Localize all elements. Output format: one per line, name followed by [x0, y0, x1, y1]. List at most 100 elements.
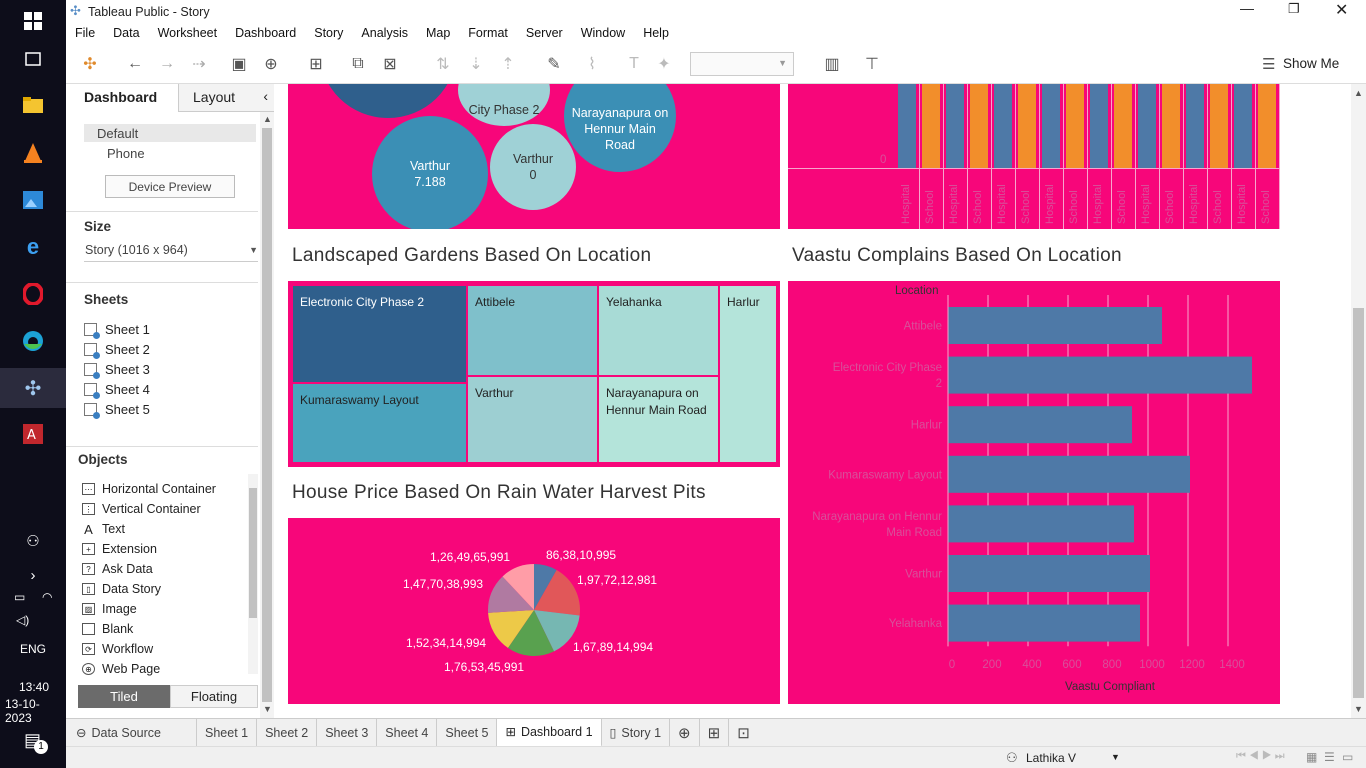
menu-file[interactable]: File	[66, 26, 104, 40]
vlc-icon[interactable]	[18, 140, 48, 166]
scroll-thumb[interactable]	[262, 128, 272, 702]
duplicate-icon[interactable]: ⧉	[346, 52, 370, 76]
menu-format[interactable]: Format	[459, 26, 517, 40]
floating-button[interactable]: Floating	[170, 685, 258, 708]
grid-view-icon[interactable]: ▦	[1306, 750, 1317, 764]
treemap-panel[interactable]: Electronic City Phase 2 Attibele Yelahan…	[288, 281, 780, 467]
size-dropdown[interactable]: Story (1016 x 964) ▼	[84, 242, 258, 262]
bubble[interactable]: Narayanapura on Hennur Main Road	[562, 84, 678, 174]
sort-descending-icon[interactable]: ⇡	[496, 52, 520, 76]
menu-map[interactable]: Map	[417, 26, 459, 40]
show-me-icon[interactable]: ☰	[1262, 55, 1275, 73]
object-text[interactable]: A Text	[82, 522, 125, 537]
scroll-down-icon[interactable]: ▼	[263, 704, 272, 714]
facility-bar[interactable]	[970, 84, 988, 168]
bar[interactable]	[948, 307, 1162, 344]
facility-bar[interactable]	[1138, 84, 1156, 168]
scroll-up-icon[interactable]: ▲	[1354, 88, 1363, 98]
sheet-nav-icon[interactable]: ⏮ ◀ ▶ ⏭	[1236, 750, 1285, 763]
scroll-up-icon[interactable]: ▲	[263, 114, 272, 124]
undo-icon[interactable]: ←	[123, 52, 147, 76]
restore-icon[interactable]: ❐	[1288, 1, 1300, 17]
edge-icon[interactable]	[18, 328, 48, 354]
highlight-icon[interactable]: ✎	[542, 52, 566, 76]
windows-start-icon[interactable]	[18, 8, 48, 34]
object-image[interactable]: ▨ Image	[82, 602, 137, 616]
bar[interactable]	[948, 604, 1140, 642]
fit-dropdown[interactable]: ▼	[690, 52, 794, 76]
new-dashboard-tab-icon[interactable]: ⊞	[700, 718, 730, 747]
bar[interactable]	[948, 455, 1190, 493]
bubble[interactable]: Varthur 0	[488, 122, 578, 212]
presentation-mode-icon[interactable]: ⊤	[860, 52, 884, 76]
treemap-cell[interactable]: Attibele	[467, 285, 598, 376]
object-data-story[interactable]: ▯ Data Story	[82, 582, 161, 596]
facility-bar[interactable]	[922, 84, 940, 168]
facility-bar[interactable]	[1186, 84, 1204, 168]
user-menu-chevron-icon[interactable]: ▼	[1111, 752, 1120, 762]
tab-story-1[interactable]: ▯ Story 1	[602, 718, 671, 747]
bar[interactable]	[948, 505, 1134, 543]
collapse-panel-icon[interactable]: ‹	[263, 88, 268, 104]
device-preview-button[interactable]: Device Preview	[105, 175, 235, 198]
object-horizontal-container[interactable]: ⋯ Horizontal Container	[82, 482, 216, 496]
new-worksheet-icon[interactable]: ⊞	[304, 52, 328, 76]
pin-icon[interactable]: ✦	[652, 52, 676, 76]
new-worksheet-tab-icon[interactable]: ⊕	[670, 718, 700, 747]
close-icon[interactable]: ✕	[1335, 0, 1348, 20]
scroll-down-icon[interactable]: ▼	[1354, 704, 1363, 714]
facility-bar[interactable]	[1210, 84, 1228, 168]
tab-sheet-5[interactable]: Sheet 5	[437, 718, 498, 747]
redo-icon[interactable]: →	[155, 52, 179, 76]
tab-dashboard-1[interactable]: ⊞ Dashboard 1	[497, 718, 602, 747]
facility-bar-chart-panel[interactable]: 0 Hospital School Hospital School Hospital Sc…	[788, 84, 1280, 229]
clock-time[interactable]: 13:40	[19, 680, 49, 694]
treemap-cell[interactable]: Kumaraswamy Layout	[292, 383, 467, 463]
pie-chart-panel[interactable]: 86,38,10,995 1,97,72,12,981 1,67,89,14,9…	[288, 518, 780, 704]
clock-date[interactable]: 13-10-2023	[5, 697, 66, 725]
sheet-item-5[interactable]: Sheet 5	[84, 402, 150, 419]
tab-sheet-1[interactable]: Sheet 1	[197, 718, 258, 747]
facility-bar[interactable]	[946, 84, 964, 168]
object-web-page[interactable]: ⊕ Web Page	[82, 662, 160, 676]
tabs-view-icon[interactable]: ▭	[1342, 750, 1353, 764]
tab-dashboard[interactable]: Dashboard	[84, 84, 157, 112]
menu-dashboard[interactable]: Dashboard	[226, 26, 305, 40]
treemap-cell[interactable]: Electronic City Phase 2	[292, 285, 467, 383]
new-story-tab-icon[interactable]: ⊡	[729, 719, 758, 747]
treemap-cell[interactable]: Varthur	[467, 376, 598, 463]
object-extension[interactable]: + Extension	[82, 542, 157, 556]
tab-layout[interactable]: Layout	[193, 89, 235, 105]
minimize-icon[interactable]: —	[1240, 0, 1254, 16]
objects-scrollbar[interactable]	[248, 474, 258, 674]
facility-bar[interactable]	[1234, 84, 1252, 168]
tab-sheet-2[interactable]: Sheet 2	[257, 718, 318, 747]
tableau-home-icon[interactable]: ✣	[78, 52, 102, 76]
tab-sheet-3[interactable]: Sheet 3	[317, 718, 378, 747]
treemap-cell[interactable]: Narayanapura on Hennur Main Road	[598, 376, 719, 463]
clear-sheet-icon[interactable]: ⊠	[378, 52, 402, 76]
facility-bar[interactable]	[1042, 84, 1060, 168]
tableau-taskbar-icon[interactable]: ✣	[0, 368, 66, 408]
menu-server[interactable]: Server	[517, 26, 572, 40]
chevron-right-icon[interactable]: ›	[18, 562, 48, 588]
people-icon[interactable]: ⚇	[18, 528, 48, 554]
object-workflow[interactable]: ⟳ Workflow	[82, 642, 153, 656]
facility-bar[interactable]	[1090, 84, 1108, 168]
facility-bar[interactable]	[1162, 84, 1180, 168]
sheet-item-1[interactable]: Sheet 1	[84, 322, 150, 339]
facility-bar[interactable]	[994, 84, 1012, 168]
object-ask-data[interactable]: ? Ask Data	[82, 562, 153, 576]
facility-bar[interactable]	[1114, 84, 1132, 168]
chart-type-icon[interactable]: ▥	[820, 52, 844, 76]
scroll-thumb[interactable]	[1353, 308, 1364, 698]
language-indicator[interactable]: ENG	[20, 642, 46, 656]
volume-icon[interactable]: ◁)	[16, 613, 29, 627]
vaastu-bar-chart-panel[interactable]: Location 0 200 400 600 800 1000 1200 1400 Attibe…	[788, 281, 1280, 704]
menu-window[interactable]: Window	[572, 26, 634, 40]
show-me-button[interactable]: Show Me	[1283, 56, 1339, 71]
sheet-item-3[interactable]: Sheet 3	[84, 362, 150, 379]
bubble[interactable]: Varthur 7.188	[370, 114, 490, 229]
filmstrip-view-icon[interactable]: ☰	[1324, 750, 1335, 764]
tab-layout-bg[interactable]: Layout ‹	[178, 84, 274, 112]
